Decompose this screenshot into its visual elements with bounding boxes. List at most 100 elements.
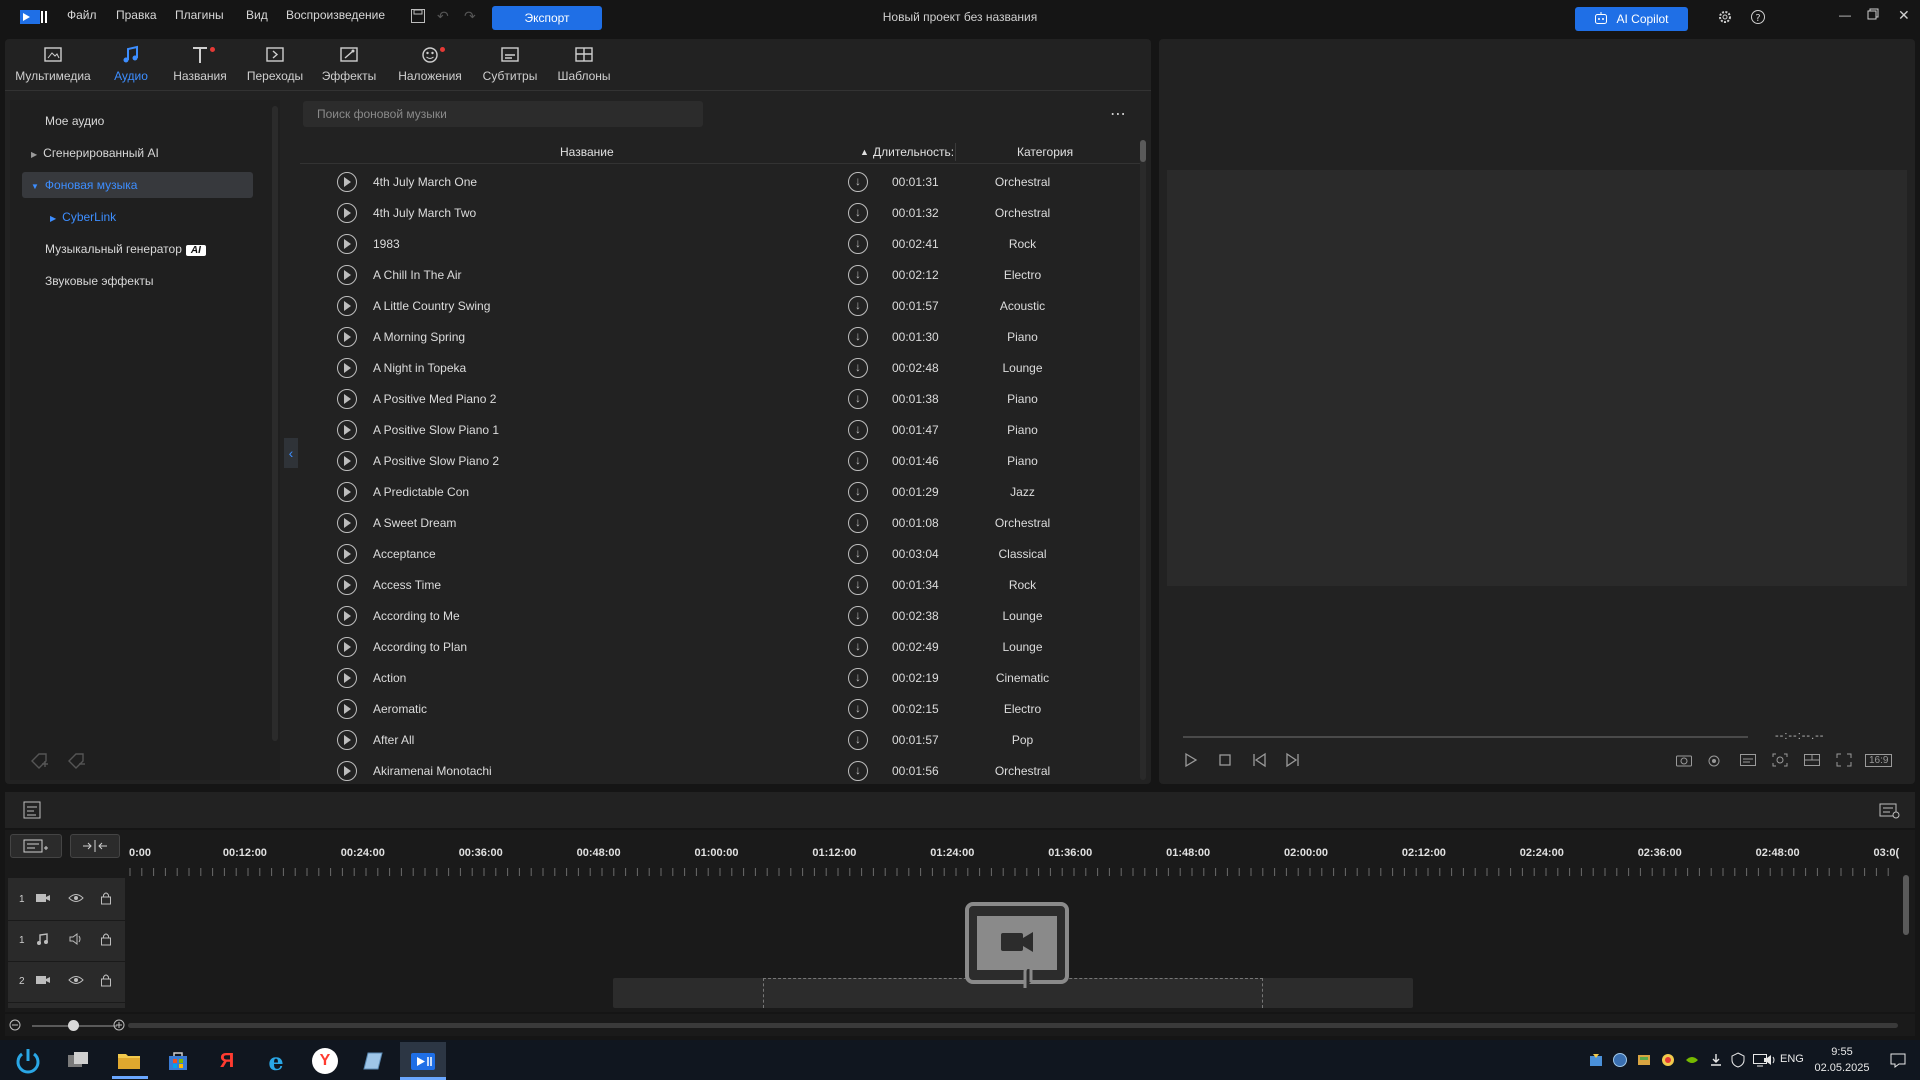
download-icon[interactable]: ↓: [848, 203, 868, 223]
subtitles-preview-icon[interactable]: [1739, 752, 1757, 773]
next-frame-icon[interactable]: [1283, 752, 1301, 773]
play-preview-icon[interactable]: [337, 606, 357, 626]
track-header-video[interactable]: 1: [8, 881, 125, 921]
download-icon[interactable]: ↓: [848, 668, 868, 688]
table-row[interactable]: A Positive Slow Piano 1 ↓ 00:01:47 Piano: [300, 416, 1140, 447]
tab-overlays[interactable]: Наложения: [390, 45, 470, 83]
music-list-scrollbar-thumb[interactable]: [1140, 140, 1146, 162]
yandex-browser-icon[interactable]: Y: [312, 1048, 338, 1074]
menu-file[interactable]: Файл: [67, 8, 97, 22]
table-row[interactable]: A Predictable Con ↓ 00:01:29 Jazz: [300, 478, 1140, 509]
minimize-icon[interactable]: —: [1839, 8, 1851, 22]
play-preview-icon[interactable]: [337, 575, 357, 595]
download-icon[interactable]: ↓: [848, 389, 868, 409]
file-explorer-icon[interactable]: [116, 1048, 142, 1074]
add-track-icon[interactable]: [10, 834, 62, 858]
table-row[interactable]: A Positive Slow Piano 2 ↓ 00:01:46 Piano: [300, 447, 1140, 478]
play-preview-icon[interactable]: [337, 730, 357, 750]
tray-app-icon[interactable]: [1636, 1052, 1652, 1071]
download-icon[interactable]: ↓: [848, 358, 868, 378]
tab-titles[interactable]: Названия: [160, 45, 240, 83]
menu-view[interactable]: Вид: [246, 8, 268, 22]
table-row[interactable]: A Chill In The Air ↓ 00:02:12 Electro: [300, 261, 1140, 292]
add-tag-icon[interactable]: [30, 752, 50, 773]
download-icon[interactable]: ↓: [848, 172, 868, 192]
close-icon[interactable]: ✕: [1898, 7, 1910, 24]
table-row[interactable]: After All ↓ 00:01:57 Pop: [300, 726, 1140, 757]
tray-tool-icon[interactable]: [1588, 1052, 1604, 1071]
download-icon[interactable]: ↓: [848, 699, 868, 719]
tray-network-globe-icon[interactable]: [1612, 1052, 1628, 1071]
fit-timeline-icon[interactable]: [70, 834, 120, 858]
lock-icon[interactable]: [100, 891, 112, 908]
play-preview-icon[interactable]: [337, 482, 357, 502]
sidebar-item-my-audio[interactable]: Мое аудио: [45, 114, 104, 128]
tab-media[interactable]: Мультимедиа: [13, 45, 93, 83]
sidebar-item-sound-effects[interactable]: Звуковые эффекты: [45, 274, 153, 288]
timeline-vertical-scrollbar[interactable]: [1903, 875, 1909, 935]
zoom-preview-icon[interactable]: [1771, 752, 1789, 773]
ai-copilot-button[interactable]: AI Copilot: [1575, 7, 1688, 31]
table-row[interactable]: 4th July March Two ↓ 00:01:32 Orchestral: [300, 199, 1140, 230]
table-row[interactable]: According to Me ↓ 00:02:38 Lounge: [300, 602, 1140, 633]
track-header-video[interactable]: 2: [8, 963, 125, 1003]
export-button[interactable]: Экспорт: [492, 6, 602, 30]
sidebar-item-ai-generated[interactable]: ▶ Сгенерированный AI: [31, 146, 159, 160]
eye-icon[interactable]: [68, 891, 84, 908]
system-clock[interactable]: 9:55 02.05.2025: [1810, 1044, 1874, 1076]
undo-icon[interactable]: ↶: [437, 8, 449, 25]
help-icon[interactable]: ?: [1750, 9, 1766, 28]
play-preview-icon[interactable]: [337, 389, 357, 409]
internet-explorer-icon[interactable]: e: [263, 1047, 289, 1076]
download-icon[interactable]: ↓: [848, 761, 868, 781]
column-duration-header[interactable]: Длительность:: [873, 145, 954, 159]
column-divider[interactable]: [955, 143, 956, 161]
play-preview-icon[interactable]: [337, 544, 357, 564]
yandex-icon[interactable]: Я: [214, 1048, 240, 1074]
play-preview-icon[interactable]: [337, 668, 357, 688]
timeline-ruler[interactable]: [128, 866, 1898, 876]
sidebar-item-cyberlink[interactable]: ▶ CyberLink: [50, 210, 116, 224]
lock-icon[interactable]: [100, 973, 112, 990]
input-language-indicator[interactable]: ENG: [1780, 1053, 1804, 1065]
download-icon[interactable]: ↓: [848, 544, 868, 564]
play-preview-icon[interactable]: [337, 234, 357, 254]
stop-icon[interactable]: [1217, 752, 1233, 773]
download-icon[interactable]: ↓: [848, 451, 868, 471]
play-preview-icon[interactable]: [337, 172, 357, 192]
menu-plugins[interactable]: Плагины: [175, 8, 224, 22]
menu-playback[interactable]: Воспроизведение: [286, 8, 385, 22]
play-preview-icon[interactable]: [337, 327, 357, 347]
play-preview-icon[interactable]: [337, 699, 357, 719]
zoom-slider-handle[interactable]: [68, 1020, 79, 1031]
table-row[interactable]: A Night in Topeka ↓ 00:02:48 Lounge: [300, 354, 1140, 385]
timeline-horizontal-scrollbar[interactable]: [128, 1023, 1898, 1028]
download-icon[interactable]: ↓: [848, 296, 868, 316]
download-icon[interactable]: ↓: [848, 637, 868, 657]
play-preview-icon[interactable]: [337, 296, 357, 316]
download-icon[interactable]: ↓: [848, 730, 868, 750]
save-icon[interactable]: [410, 8, 426, 27]
speaker-volume-icon[interactable]: [1762, 1052, 1778, 1071]
play-icon[interactable]: [1183, 752, 1199, 773]
play-preview-icon[interactable]: [337, 637, 357, 657]
download-icon[interactable]: ↓: [848, 234, 868, 254]
sidebar-item-background-music[interactable]: ▼ Фоновая музыка: [31, 178, 137, 192]
timeline-settings-icon[interactable]: [1878, 800, 1900, 823]
collapse-sidebar-chevron-icon[interactable]: ‹: [284, 438, 298, 468]
table-row[interactable]: Aeromatic ↓ 00:02:15 Electro: [300, 695, 1140, 726]
timeline-view-icon[interactable]: [22, 800, 42, 823]
store-icon[interactable]: [165, 1048, 191, 1074]
menu-edit[interactable]: Правка: [116, 8, 157, 22]
table-row[interactable]: 1983 ↓ 00:02:41 Rock: [300, 230, 1140, 261]
tab-audio[interactable]: Аудио: [91, 45, 171, 83]
play-preview-icon[interactable]: [337, 203, 357, 223]
remove-tag-icon[interactable]: [67, 752, 87, 773]
table-row[interactable]: Action ↓ 00:02:19 Cinematic: [300, 664, 1140, 695]
fullscreen-icon[interactable]: [1835, 752, 1853, 773]
tray-security-icon[interactable]: [1730, 1052, 1746, 1071]
lock-icon[interactable]: [100, 932, 112, 949]
tray-nvidia-icon[interactable]: [1684, 1052, 1700, 1071]
download-icon[interactable]: ↓: [848, 606, 868, 626]
table-row[interactable]: Akiramenai Monotachi ↓ 00:01:56 Orchestral: [300, 757, 1140, 783]
